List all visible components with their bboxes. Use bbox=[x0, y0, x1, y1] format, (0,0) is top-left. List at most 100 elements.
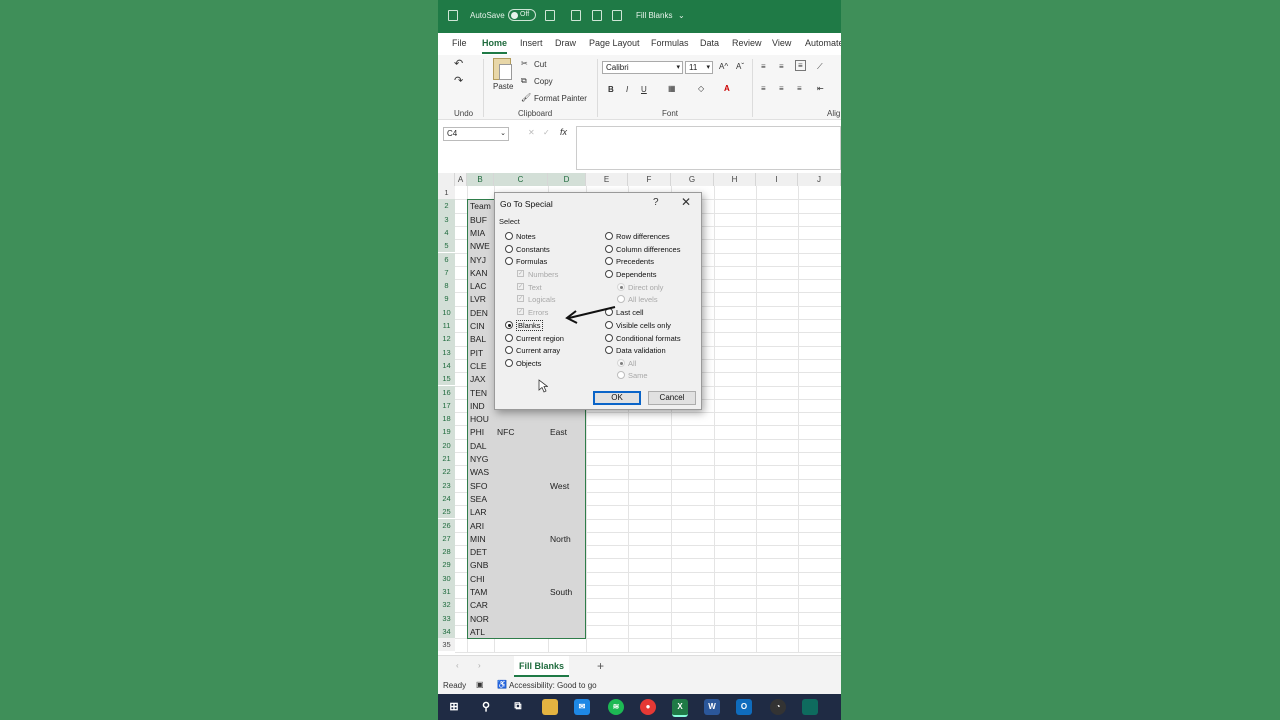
row-header[interactable]: 9 bbox=[438, 292, 455, 306]
cell-team[interactable]: JAX bbox=[470, 374, 486, 384]
cell-value[interactable]: North bbox=[550, 534, 571, 544]
orientation-icon[interactable]: ⟋ bbox=[817, 62, 823, 72]
row-header[interactable]: 22 bbox=[438, 465, 455, 479]
row-header[interactable]: 29 bbox=[438, 558, 455, 572]
column-header[interactable]: C bbox=[494, 173, 548, 186]
row-header[interactable]: 28 bbox=[438, 545, 455, 559]
tab-page-layout[interactable]: Page Layout bbox=[589, 38, 640, 48]
borders-icon[interactable]: ▦ bbox=[668, 84, 676, 93]
cell-team[interactable]: MIN bbox=[470, 534, 486, 544]
paste-button[interactable]: Paste bbox=[493, 82, 513, 91]
cell-value[interactable]: East bbox=[550, 427, 567, 437]
row-header[interactable]: 2 bbox=[438, 199, 455, 213]
fill-color-icon[interactable]: ◇ bbox=[698, 84, 704, 93]
row-header[interactable]: 21 bbox=[438, 452, 455, 466]
cell-team[interactable]: IND bbox=[470, 401, 485, 411]
row-header[interactable]: 24 bbox=[438, 491, 455, 506]
cell-team[interactable]: CLE bbox=[470, 361, 487, 371]
cell-team[interactable]: LVR bbox=[470, 294, 486, 304]
cell-team[interactable]: CAR bbox=[470, 600, 488, 610]
align-bottom-icon[interactable]: ≡ bbox=[795, 60, 806, 71]
cell-team[interactable]: ARI bbox=[470, 521, 484, 531]
column-header[interactable]: F bbox=[628, 173, 671, 186]
scroll-right-icon[interactable]: › bbox=[478, 661, 481, 670]
cell-team[interactable]: LAC bbox=[470, 281, 487, 291]
underline-button[interactable]: U bbox=[641, 85, 647, 94]
cell-team[interactable]: ATL bbox=[470, 627, 485, 637]
bold-button[interactable]: B bbox=[608, 85, 614, 94]
column-header[interactable]: I bbox=[756, 173, 798, 186]
row-header[interactable]: 1 bbox=[438, 186, 455, 200]
cell-value[interactable]: NFC bbox=[497, 427, 514, 437]
outlook-taskbar-icon[interactable]: O bbox=[736, 699, 752, 715]
cell-team[interactable]: CIN bbox=[470, 321, 485, 331]
cell-team[interactable]: HOU bbox=[470, 414, 489, 424]
tab-insert[interactable]: Insert bbox=[520, 38, 543, 48]
tab-automate[interactable]: Automate bbox=[805, 38, 841, 48]
accessibility-icon[interactable]: ♿ bbox=[497, 680, 507, 689]
font-name-select[interactable]: Calibri ▾ bbox=[602, 61, 683, 74]
row-header[interactable]: 23 bbox=[438, 478, 455, 492]
copy-icon[interactable]: ⧉ bbox=[521, 76, 527, 86]
cell-team[interactable]: WAS bbox=[470, 467, 489, 477]
cell-team[interactable]: NYG bbox=[470, 454, 488, 464]
font-size-select[interactable]: 11 ▾ bbox=[685, 61, 713, 74]
decrease-font-icon[interactable]: Aˇ bbox=[736, 62, 744, 71]
cell-team[interactable]: Team bbox=[470, 201, 491, 211]
cell-team[interactable]: KAN bbox=[470, 268, 487, 278]
row-header[interactable]: 26 bbox=[438, 518, 455, 532]
macro-record-icon[interactable]: ▣ bbox=[476, 680, 484, 689]
cell-team[interactable]: NOR bbox=[470, 614, 489, 624]
spotify-icon[interactable]: ≋ bbox=[608, 699, 624, 715]
cell-team[interactable]: SFO bbox=[470, 481, 487, 491]
scroll-left-icon[interactable]: ‹ bbox=[456, 661, 459, 670]
row-header[interactable]: 16 bbox=[438, 385, 455, 399]
italic-button[interactable]: I bbox=[626, 85, 628, 94]
insert-function-button[interactable]: fx bbox=[560, 127, 567, 137]
cell-team[interactable]: DAL bbox=[470, 441, 487, 451]
cell-team[interactable]: BUF bbox=[470, 215, 487, 225]
excel-taskbar-icon[interactable]: X bbox=[672, 699, 688, 717]
format-painter-icon[interactable]: 🖌 bbox=[521, 93, 531, 102]
chrome-icon[interactable]: ● bbox=[640, 699, 656, 715]
cell-team[interactable]: NYJ bbox=[470, 255, 486, 265]
cell-team[interactable]: MIA bbox=[470, 228, 485, 238]
format-painter-button[interactable]: Format Painter bbox=[534, 94, 587, 103]
column-header[interactable]: H bbox=[714, 173, 756, 186]
column-header[interactable]: A bbox=[455, 173, 467, 186]
align-center-icon[interactable]: ≡ bbox=[779, 84, 784, 93]
cell-team[interactable]: GNB bbox=[470, 560, 488, 570]
row-header[interactable]: 32 bbox=[438, 598, 455, 612]
row-header[interactable]: 15 bbox=[438, 372, 455, 386]
windows-start-icon[interactable]: ⊞ bbox=[446, 699, 462, 715]
column-header[interactable]: E bbox=[586, 173, 628, 186]
mail-icon[interactable]: ✉ bbox=[574, 699, 590, 715]
cancel-entry-icon[interactable]: ✕ bbox=[528, 128, 535, 137]
cell-value[interactable]: West bbox=[550, 481, 569, 491]
row-header[interactable]: 10 bbox=[438, 305, 455, 319]
cell-team[interactable]: NWE bbox=[470, 241, 490, 251]
quick-access-icon[interactable] bbox=[571, 10, 581, 21]
close-icon[interactable]: ✕ bbox=[681, 195, 691, 209]
file-explorer-icon[interactable] bbox=[542, 699, 558, 715]
cut-icon[interactable]: ✂ bbox=[521, 59, 528, 68]
row-header[interactable]: 17 bbox=[438, 398, 455, 413]
word-taskbar-icon[interactable]: W bbox=[704, 699, 720, 715]
cell-team[interactable]: PHI bbox=[470, 427, 484, 437]
row-header[interactable]: 35 bbox=[438, 638, 455, 652]
row-header[interactable]: 25 bbox=[438, 505, 455, 519]
cell-team[interactable]: SEA bbox=[470, 494, 487, 504]
column-header[interactable]: D bbox=[548, 173, 586, 186]
font-color-icon[interactable]: A bbox=[724, 84, 730, 93]
row-header[interactable]: 31 bbox=[438, 585, 455, 599]
increase-font-icon[interactable]: A^ bbox=[719, 62, 728, 71]
row-header[interactable]: 11 bbox=[438, 319, 455, 333]
indent-icon[interactable]: ⇤ bbox=[817, 84, 824, 93]
ok-button[interactable]: OK bbox=[593, 391, 641, 405]
row-header[interactable]: 14 bbox=[438, 358, 455, 373]
tab-home[interactable]: Home bbox=[482, 38, 508, 54]
redo-icon[interactable]: ↷ bbox=[454, 74, 463, 87]
help-icon[interactable]: ? bbox=[653, 197, 659, 208]
row-header[interactable]: 6 bbox=[438, 252, 455, 266]
row-header[interactable]: 7 bbox=[438, 265, 455, 280]
